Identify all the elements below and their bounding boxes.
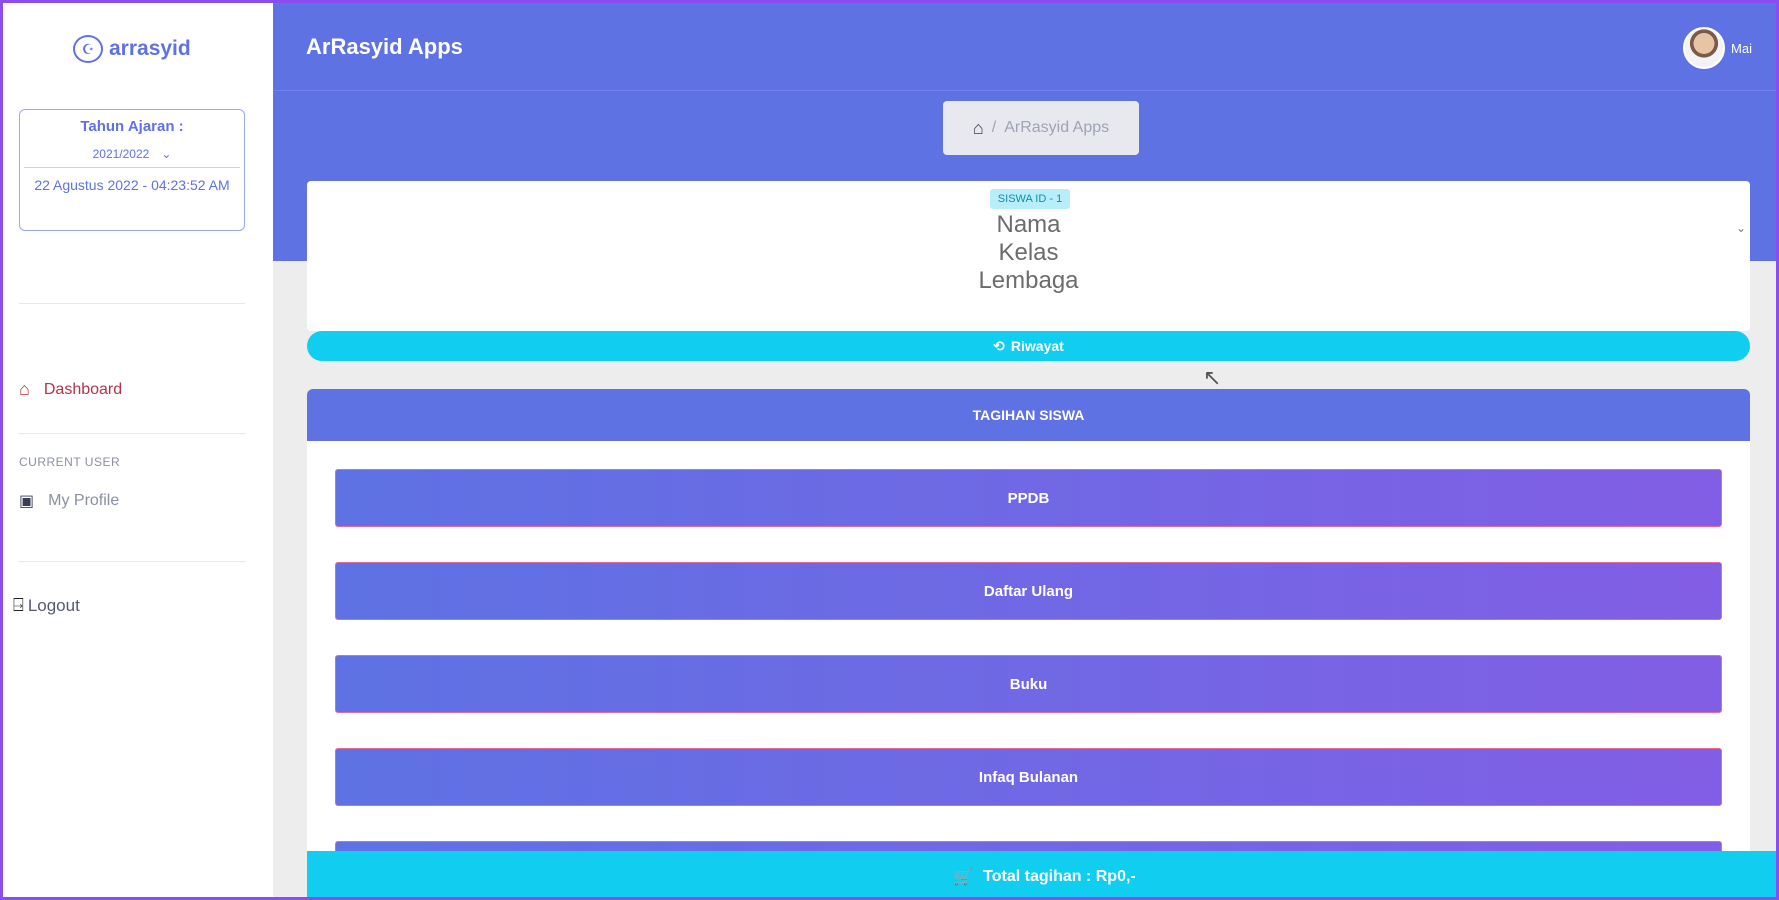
history-button[interactable]: ⟲ Riwayat — [307, 331, 1750, 361]
home-icon[interactable]: ⌂ — [973, 118, 984, 139]
total-bill-bar[interactable]: 🛒 Total tagihan : Rp0,- — [307, 851, 1776, 897]
sidebar-item-label: My Profile — [48, 492, 120, 509]
logo-icon: ☪ — [73, 35, 103, 63]
breadcrumb-item[interactable]: ArRasyid Apps — [1004, 119, 1109, 137]
bill-buku-button[interactable]: Buku — [335, 655, 1722, 713]
user-name: Mai — [1731, 40, 1752, 56]
page-title: ArRasyid Apps — [306, 34, 463, 59]
avatar — [1683, 27, 1726, 69]
top-navbar: ArRasyid Apps Mai — [273, 3, 1776, 91]
chevron-down-icon[interactable]: ⌄ — [1736, 221, 1746, 235]
student-details: Nama Kelas Lembaga — [307, 211, 1750, 295]
sidebar-item-logout[interactable]: ⍈ Logout — [13, 595, 80, 616]
academic-year-select[interactable]: 2021/2022 ⌄ — [20, 147, 244, 161]
bills-title: TAGIHAN SISWA — [307, 389, 1750, 441]
bill-infaq-bulanan-button[interactable]: Infaq Bulanan — [335, 748, 1722, 806]
sidebar: ☪ arrasyid Tahun Ajaran : 2021/2022 ⌄ 22… — [3, 3, 273, 897]
history-button-label: Riwayat — [1010, 338, 1064, 354]
sidebar-heading: CURRENT USER — [19, 455, 121, 469]
student-institution: Lembaga — [978, 267, 1079, 294]
academic-year-box: Tahun Ajaran : 2021/2022 ⌄ 22 Agustus 20… — [19, 109, 245, 231]
sidebar-divider — [19, 303, 245, 304]
student-class: Kelas — [998, 239, 1059, 266]
year-divider — [24, 167, 240, 168]
sidebar-item-label: Logout — [27, 595, 80, 615]
user-menu[interactable]: Mai — [1683, 27, 1752, 69]
breadcrumb: ⌂ / ArRasyid Apps — [943, 101, 1139, 155]
id-card-icon: ▣ — [19, 493, 35, 510]
chevron-down-icon: ⌄ — [161, 147, 172, 161]
academic-year-value: 2021/2022 — [92, 147, 150, 161]
student-name: Nama — [996, 211, 1061, 238]
home-icon: ⌂ — [19, 379, 30, 399]
student-info-card[interactable]: SISWA ID - 1 Nama Kelas Lembaga ⌄ — [307, 181, 1750, 331]
brand-logo[interactable]: ☪ arrasyid — [73, 33, 191, 65]
sidebar-divider — [19, 433, 245, 434]
sidebar-divider — [19, 561, 245, 562]
history-icon: ⟲ — [993, 337, 1005, 354]
app-window: ☪ arrasyid Tahun Ajaran : 2021/2022 ⌄ 22… — [0, 0, 1779, 900]
brand-name: arrasyid — [109, 37, 191, 60]
academic-year-title: Tahun Ajaran : — [80, 118, 184, 135]
current-datetime: 22 Agustus 2022 - 04:23:52 AM — [34, 177, 230, 193]
sidebar-item-profile[interactable]: ▣ My Profile — [19, 491, 119, 511]
cart-icon: 🛒 — [953, 869, 974, 886]
total-bill-label: Total tagihan : Rp0,- — [983, 868, 1136, 885]
logout-icon: ⍈ — [13, 595, 24, 615]
bill-ppdb-button[interactable]: PPDB — [335, 469, 1722, 527]
student-bills-card: TAGIHAN SISWA PPDB Daftar Ulang Buku Inf… — [307, 389, 1750, 897]
sidebar-item-dashboard[interactable]: ⌂ Dashboard — [19, 379, 122, 400]
student-id-badge: SISWA ID - 1 — [990, 189, 1070, 209]
bill-daftar-ulang-button[interactable]: Daftar Ulang — [335, 562, 1722, 620]
sidebar-item-label: Dashboard — [43, 380, 123, 398]
mouse-cursor-icon: ↖ — [1203, 365, 1222, 390]
breadcrumb-separator: / — [991, 119, 997, 136]
